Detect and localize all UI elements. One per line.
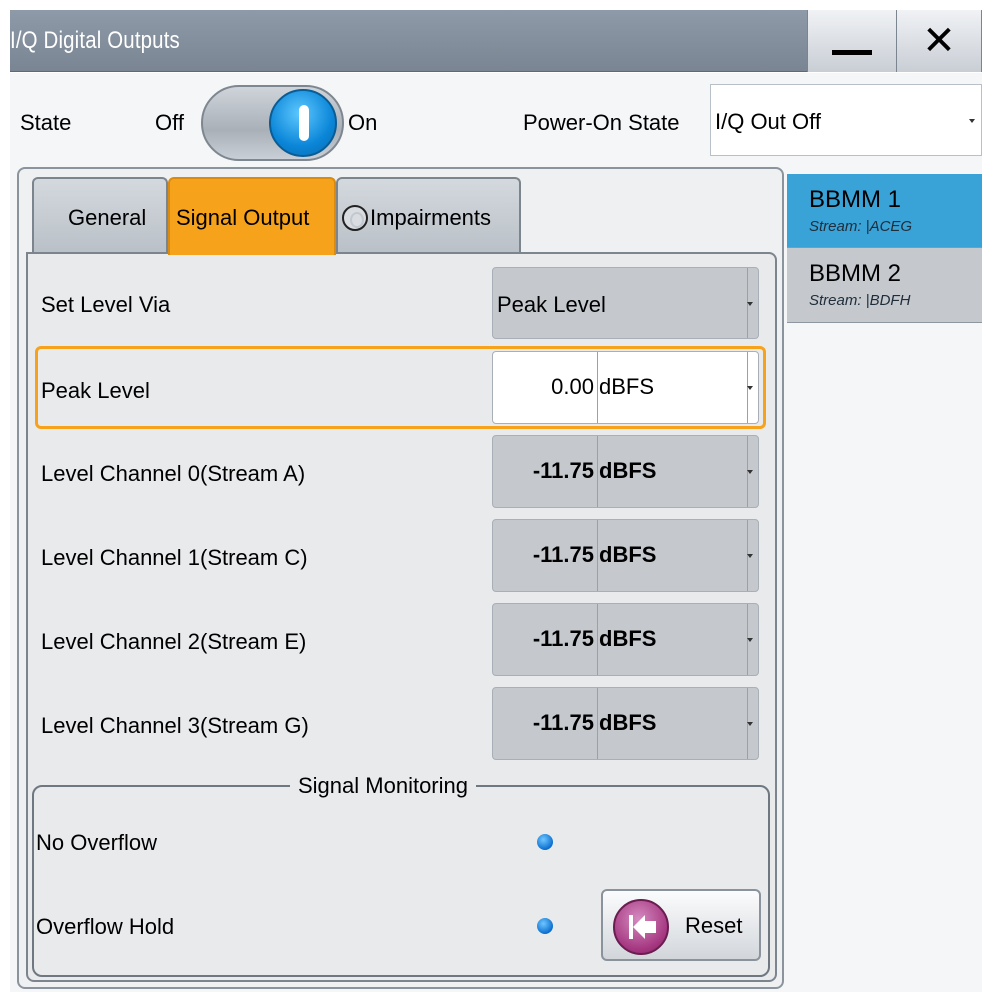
level-channel-2-label: Level Channel 2(Stream E) [41, 629, 307, 654]
chevron-down-icon [747, 386, 753, 390]
title-bar: I/Q Digital Outputs ✕ [10, 10, 982, 72]
set-level-via-value: Peak Level [497, 292, 606, 317]
toggle-knob-icon [269, 89, 337, 157]
state-off-label: Off [155, 110, 184, 135]
peak-level-unit: dBFS [599, 374, 655, 399]
close-icon: ✕ [922, 19, 956, 63]
level-channel-1-label: Level Channel 1(Stream C) [41, 545, 308, 570]
level-channel-0-field: -11.75 dBFS [492, 435, 759, 508]
level-channel-0-label: Level Channel 0(Stream A) [41, 461, 306, 486]
state-label: State [20, 110, 72, 135]
signal-monitoring-title: Signal Monitoring [290, 773, 476, 799]
tab-label: Impairments [370, 205, 492, 230]
reset-arrow-icon [613, 899, 669, 955]
set-level-via-label: Set Level Via [41, 292, 171, 317]
window-title: I/Q Digital Outputs [10, 27, 180, 54]
stream-name: BBMM 2 [809, 260, 902, 287]
reset-button[interactable]: Reset [601, 889, 761, 961]
level-channel-1-field: -11.75 dBFS [492, 519, 759, 592]
chevron-down-icon [747, 554, 753, 558]
peak-level-value: 0.00 [551, 374, 594, 399]
peak-level-field[interactable]: 0.00 dBFS [492, 351, 759, 424]
chevron-down-icon [747, 470, 753, 474]
level-value: -11.75 [532, 626, 594, 651]
stream-item-bbmm2[interactable]: BBMM 2 Stream: |BDFH [787, 248, 982, 323]
reset-label: Reset [685, 913, 743, 938]
tab-signal-output[interactable]: Signal Output [168, 177, 336, 255]
level-channel-3-label: Level Channel 3(Stream G) [41, 713, 309, 738]
level-unit: dBFS [599, 626, 657, 651]
peak-level-label: Peak Level [41, 378, 150, 403]
state-on-label: On [348, 110, 378, 135]
no-overflow-led-icon [537, 834, 553, 850]
level-value: -11.75 [532, 458, 594, 483]
power-on-state-select[interactable]: I/Q Out Off [710, 84, 982, 156]
stream-name: BBMM 1 [809, 186, 902, 213]
tab-label: Signal Output [176, 205, 310, 230]
stream-sub: Stream: |BDFH [809, 292, 911, 309]
tab-impairments[interactable]: Impairments [336, 177, 521, 253]
overflow-hold-led-icon [537, 918, 553, 934]
power-on-state-label: Power-On State [523, 110, 680, 135]
state-toggle[interactable] [201, 85, 344, 161]
chevron-down-icon [747, 638, 753, 642]
chevron-down-icon [969, 119, 975, 123]
set-level-via-select[interactable]: Peak Level [492, 267, 759, 339]
chevron-down-icon [747, 722, 753, 726]
level-value: -11.75 [532, 542, 594, 567]
power-on-state-value: I/Q Out Off [715, 109, 821, 134]
chevron-down-icon [747, 302, 753, 306]
close-button[interactable]: ✕ [896, 10, 982, 72]
tab-general[interactable]: General [32, 177, 168, 253]
overflow-hold-label: Overflow Hold [36, 914, 175, 939]
level-channel-3-field: -11.75 dBFS [492, 687, 759, 760]
level-value: -11.75 [532, 710, 594, 735]
stream-sub: Stream: |ACEG [809, 218, 913, 235]
minimize-button[interactable] [807, 10, 897, 72]
level-unit: dBFS [599, 542, 657, 567]
minimize-icon [832, 50, 872, 55]
tab-label: General [68, 205, 147, 230]
stream-item-bbmm1[interactable]: BBMM 1 Stream: |ACEG [787, 174, 982, 248]
no-overflow-label: No Overflow [36, 830, 158, 855]
level-channel-2-field: -11.75 dBFS [492, 603, 759, 676]
level-unit: dBFS [599, 710, 657, 735]
level-unit: dBFS [599, 458, 657, 483]
impairments-radio-icon [342, 205, 368, 231]
